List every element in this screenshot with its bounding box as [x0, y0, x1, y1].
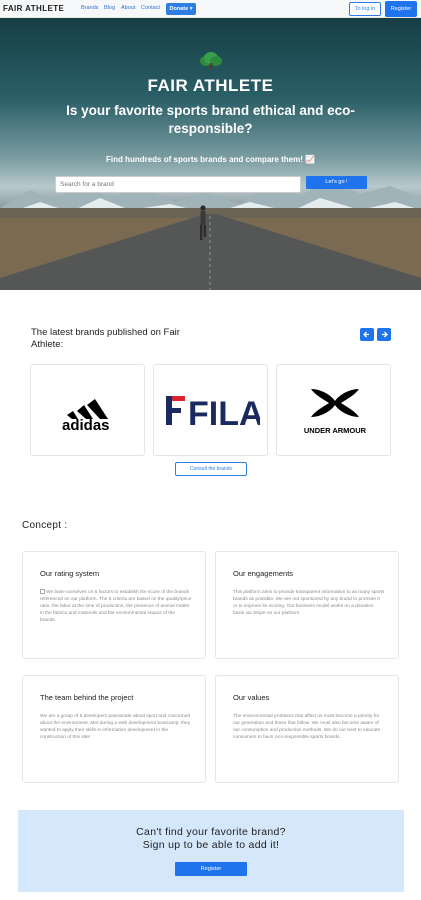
card-title: Our values	[233, 693, 270, 702]
card-title: The team behind the project	[40, 693, 134, 702]
broken-image-icon	[40, 589, 45, 594]
donate-dropdown-button[interactable]: Donate ▾	[166, 3, 196, 15]
tree-icon	[200, 52, 222, 70]
card-text: We are a group of 5 developers passionat…	[40, 714, 191, 741]
site-logo[interactable]: FAIR ATHLETE	[3, 4, 64, 13]
hero-tagline: Find hundreds of sports brands and compa…	[105, 155, 316, 164]
nav-link-contact[interactable]: Contact	[141, 5, 160, 11]
nav-link-brands[interactable]: Brands	[81, 5, 98, 11]
hero-banner: FAIR ATHLETE Is your favorite sports bra…	[0, 18, 421, 290]
cta-register-button[interactable]: Register	[175, 862, 247, 876]
card-text: This platform aims to provide transparen…	[233, 590, 385, 617]
card-text: We base ourselves on 5 factors to establ…	[40, 589, 192, 624]
consult-brands-button[interactable]: Consult the brands	[175, 462, 247, 476]
road-background	[0, 208, 421, 290]
arrow-right-icon	[382, 331, 388, 338]
concept-card-values: Our values The environmental problems th…	[215, 675, 399, 783]
top-navbar: FAIR ATHLETE Brands Blog About Contact D…	[0, 0, 421, 18]
search-go-button[interactable]: Let's go !	[306, 176, 367, 189]
cta-line-1: Can't find your favorite brand?	[136, 826, 286, 838]
arrow-left-icon	[363, 331, 369, 338]
nav-link-about[interactable]: About	[121, 5, 135, 11]
concept-card-rating: Our rating system We base ourselves on 5…	[22, 551, 206, 659]
adidas-logo: adidas	[62, 399, 110, 431]
runner-figure	[200, 205, 206, 240]
signup-cta-section: Can't find your favorite brand? Sign up …	[18, 810, 404, 892]
login-button[interactable]: To log in	[349, 2, 381, 16]
concept-heading: Concept :	[22, 520, 68, 531]
brand-search-input[interactable]	[55, 176, 301, 193]
card-title: Our engagements	[233, 569, 294, 578]
concept-card-team: The team behind the project We are a gro…	[22, 675, 206, 783]
concept-card-engagements: Our engagements This platform aims to pr…	[215, 551, 399, 659]
fila-logo: FILA	[166, 395, 260, 429]
fila-wordmark: FILA	[188, 395, 260, 429]
carousel-prev-button[interactable]	[360, 328, 374, 341]
nav-link-blog[interactable]: Blog	[104, 5, 115, 11]
latest-brands-heading: The latest brands published on Fair Athl…	[31, 327, 180, 350]
cta-line-2: Sign up to be able to add it!	[142, 839, 280, 851]
register-button[interactable]: Register	[385, 1, 417, 17]
under-armour-wordmark: UNDER ARMOUR	[304, 426, 367, 435]
cta-text: Can't find your favorite brand? Sign up …	[18, 826, 404, 852]
brand-card-under-armour[interactable]: UNDER ARMOUR	[276, 364, 391, 456]
brand-card-fila[interactable]: FILA	[153, 364, 268, 456]
under-armour-logo: UNDER ARMOUR	[304, 389, 367, 435]
card-title: Our rating system	[40, 569, 100, 578]
hero-subtitle: Is your favorite sports brand ethical an…	[66, 103, 355, 136]
brand-card-adidas[interactable]: adidas	[30, 364, 145, 456]
carousel-next-button[interactable]	[377, 328, 391, 341]
hero-title: FAIR ATHLETE	[147, 76, 274, 95]
adidas-wordmark: adidas	[62, 417, 110, 431]
card-text: The environmental problems that affect u…	[233, 714, 381, 741]
